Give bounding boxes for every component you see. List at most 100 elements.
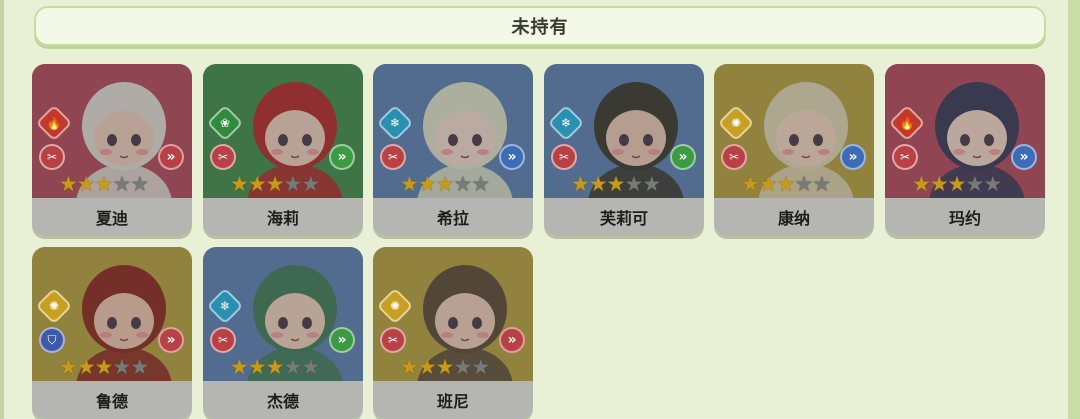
star-empty-icon: ★ — [130, 172, 150, 196]
character-card[interactable]: 🔥 ✂» ★ ★ ★ ★ ★ 玛约 — [885, 64, 1045, 236]
character-portrait: ❀ ✂» ★ ★ ★ ★ ★ — [203, 64, 363, 198]
character-name: 海莉 — [203, 198, 363, 236]
star-filled-icon: ★ — [776, 172, 796, 196]
character-name: 玛约 — [885, 198, 1045, 236]
star-filled-icon: ★ — [247, 355, 267, 379]
star-empty-icon: ★ — [471, 355, 491, 379]
star-rating: ★ ★ ★ ★ ★ — [400, 172, 491, 196]
star-rating: ★ ★ ★ ★ ★ — [741, 172, 832, 196]
star-rating: ★ ★ ★ ★ ★ — [230, 355, 321, 379]
character-name: 杰德 — [203, 381, 363, 419]
sword-icon: ✂ — [380, 327, 406, 353]
star-filled-icon: ★ — [400, 172, 419, 196]
star-rating: ★ ★ ★ ★ ★ — [571, 172, 662, 196]
star-rating: ★ ★ ★ ★ ★ — [912, 172, 1003, 196]
sword-icon: ✂ — [210, 327, 236, 353]
character-portrait: 🔥 ✂» ★ ★ ★ ★ ★ — [32, 64, 192, 198]
character-name: 芙莉可 — [544, 198, 704, 236]
character-name: 夏迪 — [32, 198, 192, 236]
star-rating: ★ ★ ★ ★ ★ — [400, 355, 491, 379]
star-filled-icon: ★ — [76, 355, 96, 379]
character-portrait: ✺ ✂» ★ ★ ★ ★ ★ — [714, 64, 874, 198]
star-filled-icon: ★ — [265, 172, 285, 196]
chevron-right-icon: » — [158, 144, 184, 170]
star-filled-icon: ★ — [230, 355, 249, 379]
star-filled-icon: ★ — [758, 172, 778, 196]
star-filled-icon: ★ — [929, 172, 949, 196]
character-portrait: ❄ ✂» ★ ★ ★ ★ ★ — [544, 64, 704, 198]
star-filled-icon: ★ — [435, 355, 455, 379]
sword-icon: ✂ — [721, 144, 747, 170]
star-filled-icon: ★ — [588, 172, 608, 196]
shield-icon: ⛉ — [39, 327, 65, 353]
star-filled-icon: ★ — [76, 172, 96, 196]
character-portrait: ✺ ⛉» ★ ★ ★ ★ ★ — [32, 247, 192, 381]
star-empty-icon: ★ — [453, 355, 473, 379]
character-portrait: ✺ ✂» ★ ★ ★ ★ ★ — [373, 247, 533, 381]
character-name: 鲁德 — [32, 381, 192, 419]
star-filled-icon: ★ — [435, 172, 455, 196]
star-rating: ★ ★ ★ ★ ★ — [230, 172, 321, 196]
star-filled-icon: ★ — [417, 172, 437, 196]
sword-icon: ✂ — [39, 144, 65, 170]
chevron-right-icon: » — [329, 327, 355, 353]
star-empty-icon: ★ — [983, 172, 1003, 196]
chevron-right-icon: » — [670, 144, 696, 170]
section-header-unowned: 未持有 — [34, 6, 1046, 46]
sword-icon: ✂ — [551, 144, 577, 170]
star-filled-icon: ★ — [741, 172, 760, 196]
star-filled-icon: ★ — [59, 355, 78, 379]
chevron-right-icon: » — [840, 144, 866, 170]
star-empty-icon: ★ — [283, 172, 303, 196]
star-filled-icon: ★ — [400, 355, 419, 379]
character-portrait: ❄ ✂» ★ ★ ★ ★ ★ — [373, 64, 533, 198]
star-empty-icon: ★ — [471, 172, 491, 196]
character-name: 希拉 — [373, 198, 533, 236]
chevron-right-icon: » — [499, 327, 525, 353]
star-filled-icon: ★ — [265, 355, 285, 379]
character-portrait: 🔥 ✂» ★ ★ ★ ★ ★ — [885, 64, 1045, 198]
star-rating: ★ ★ ★ ★ ★ — [59, 355, 150, 379]
star-filled-icon: ★ — [230, 172, 249, 196]
star-filled-icon: ★ — [947, 172, 967, 196]
star-empty-icon: ★ — [965, 172, 985, 196]
star-empty-icon: ★ — [112, 355, 132, 379]
character-card[interactable]: ✺ ⛉» ★ ★ ★ ★ ★ 鲁德 — [32, 247, 192, 419]
star-empty-icon: ★ — [301, 172, 321, 196]
star-filled-icon: ★ — [417, 355, 437, 379]
star-empty-icon: ★ — [283, 355, 303, 379]
star-filled-icon: ★ — [571, 172, 590, 196]
star-empty-icon: ★ — [301, 355, 321, 379]
chevron-right-icon: » — [158, 327, 184, 353]
chevron-right-icon: » — [499, 144, 525, 170]
star-rating: ★ ★ ★ ★ ★ — [59, 172, 150, 196]
star-filled-icon: ★ — [606, 172, 626, 196]
character-name: 康纳 — [714, 198, 874, 236]
star-empty-icon: ★ — [794, 172, 814, 196]
character-card[interactable]: ❄ ✂» ★ ★ ★ ★ ★ 杰德 — [203, 247, 363, 419]
section-header-title: 未持有 — [511, 17, 569, 38]
chevron-right-icon: » — [1011, 144, 1037, 170]
star-filled-icon: ★ — [94, 355, 114, 379]
sword-icon: ✂ — [892, 144, 918, 170]
star-empty-icon: ★ — [453, 172, 473, 196]
character-card[interactable]: ❄ ✂» ★ ★ ★ ★ ★ 芙莉可 — [544, 64, 704, 236]
character-portrait: ❄ ✂» ★ ★ ★ ★ ★ — [203, 247, 363, 381]
character-card[interactable]: ✺ ✂» ★ ★ ★ ★ ★ 班尼 — [373, 247, 533, 419]
star-filled-icon: ★ — [912, 172, 931, 196]
character-card[interactable]: ✺ ✂» ★ ★ ★ ★ ★ 康纳 — [714, 64, 874, 236]
character-card[interactable]: ❄ ✂» ★ ★ ★ ★ ★ 希拉 — [373, 64, 533, 236]
character-card[interactable]: ❀ ✂» ★ ★ ★ ★ ★ 海莉 — [203, 64, 363, 236]
star-filled-icon: ★ — [247, 172, 267, 196]
star-empty-icon: ★ — [112, 172, 132, 196]
star-empty-icon: ★ — [130, 355, 150, 379]
sword-icon: ✂ — [380, 144, 406, 170]
side-strip — [1068, 0, 1080, 419]
character-card[interactable]: 🔥 ✂» ★ ★ ★ ★ ★ 夏迪 — [32, 64, 192, 236]
character-name: 班尼 — [373, 381, 533, 419]
star-filled-icon: ★ — [94, 172, 114, 196]
chevron-right-icon: » — [329, 144, 355, 170]
star-empty-icon: ★ — [812, 172, 832, 196]
star-filled-icon: ★ — [59, 172, 78, 196]
star-empty-icon: ★ — [642, 172, 662, 196]
